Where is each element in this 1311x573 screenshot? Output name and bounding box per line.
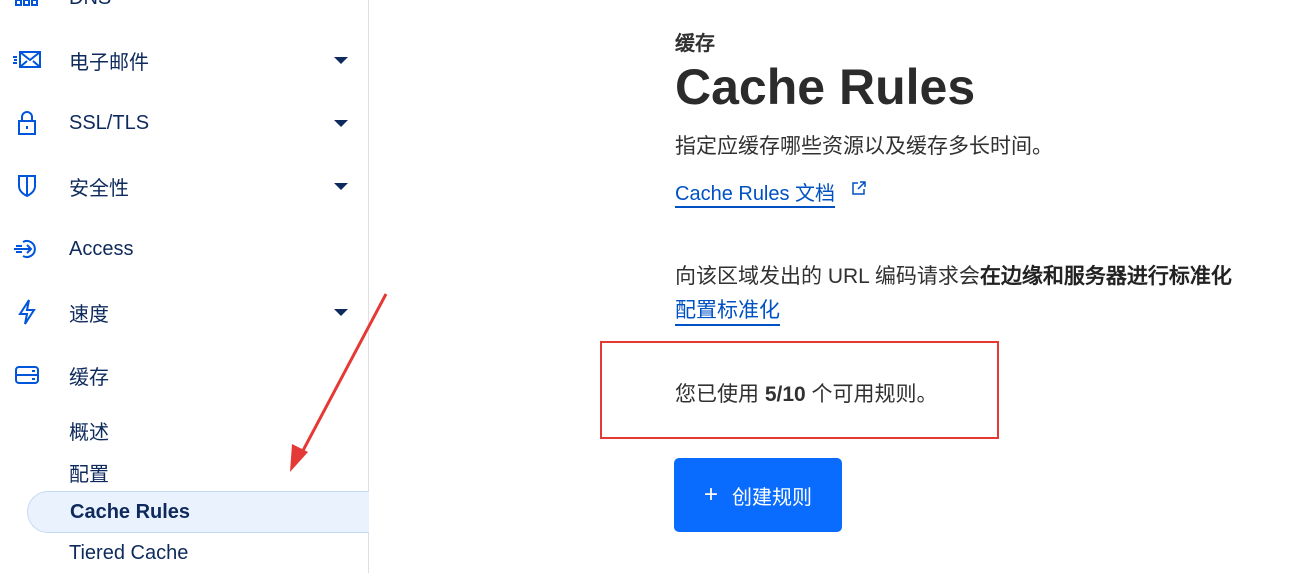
sidebar-item-access[interactable]: Access [0, 229, 369, 269]
configure-normalization-link[interactable]: 配置标准化 [675, 294, 780, 326]
lightning-icon [12, 297, 42, 327]
sidebar-subitem-tiered-cache[interactable]: Tiered Cache [69, 542, 188, 565]
sidebar-item-ssl-tls[interactable]: SSL/TLS [0, 103, 369, 143]
sidebar-item-email[interactable]: 电子邮件 [0, 40, 369, 80]
create-rule-button[interactable]: + 创建规则 [674, 458, 842, 532]
network-icon [12, 0, 42, 13]
annotation-arrow [290, 293, 388, 472]
chevron-down-icon[interactable] [334, 182, 348, 190]
sidebar-item-dns[interactable]: DNS [0, 0, 369, 18]
sidebar-subitem-cache-rules[interactable]: Cache Rules [27, 491, 369, 533]
chevron-down-icon[interactable] [334, 56, 348, 64]
page-description: 指定应缓存哪些资源以及缓存多长时间。 [675, 135, 1053, 158]
docs-link[interactable]: Cache Rules 文档 [675, 177, 836, 208]
sidebar-subitem-overview[interactable]: 概述 [69, 416, 109, 445]
shield-icon [12, 171, 42, 201]
sidebar-item-security[interactable]: 安全性 [0, 166, 369, 206]
section-eyebrow: 缓存 [675, 33, 715, 55]
normalization-notice: 向该区域发出的 URL 编码请求会在边缘和服务器进行标准化 [675, 265, 1232, 288]
storage-icon [12, 360, 42, 390]
email-icon [12, 45, 42, 75]
page-title: Cache Rules [675, 59, 976, 115]
access-icon [12, 234, 42, 264]
annotation-highlight-box [600, 341, 999, 439]
chevron-down-icon[interactable] [334, 119, 348, 127]
plus-icon: + [703, 481, 718, 508]
external-link-icon[interactable] [851, 180, 867, 201]
sidebar: DNS 电子邮件 SSL/TLS 安全性 Access 速度 缓存 概述 配置 … [0, 0, 369, 573]
sidebar-subitem-configuration[interactable]: 配置 [69, 458, 109, 487]
lock-icon [12, 108, 42, 138]
